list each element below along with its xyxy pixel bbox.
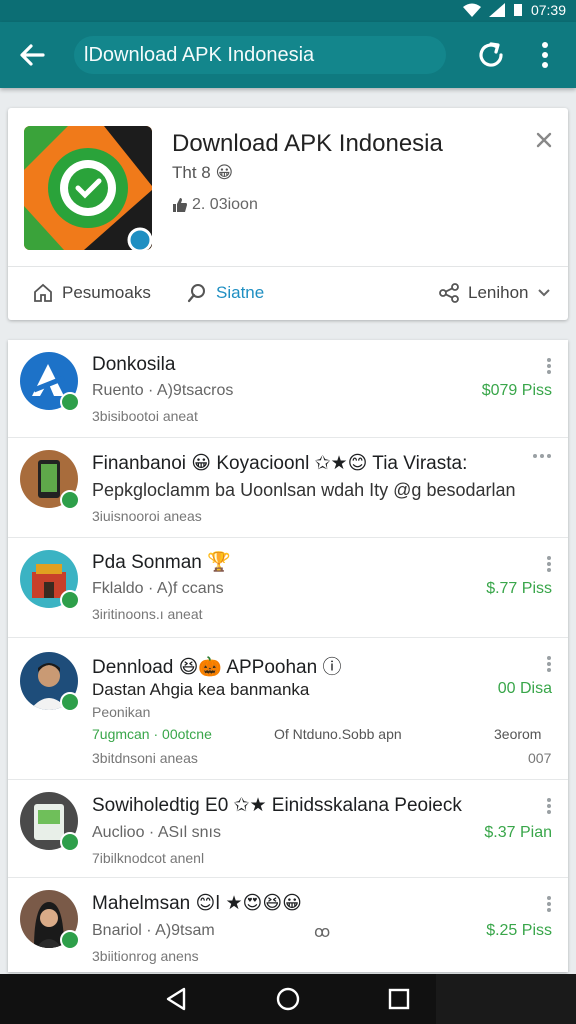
list-item-subtitle: Dastan Ahgia kea banmanka (92, 680, 310, 699)
action-share-label: Lenihon (468, 283, 529, 302)
chevron-down-icon (537, 289, 550, 297)
close-icon[interactable] (534, 130, 554, 150)
list-item-subtitle: Auclioo · ASıl snıs (92, 824, 221, 841)
list-item-desc: 3biitionrog anens (92, 948, 199, 964)
list-item-tag-mid: Of Ntduno.Sobb apn (274, 726, 402, 742)
app-meta: 2. 03ioon (172, 196, 258, 214)
price-label: $.37 Pian (484, 824, 552, 841)
avatar (20, 890, 80, 950)
list-item-title: Sowiholedtig E0 ✩★ Einidsskalana Peoieck (92, 795, 462, 816)
list-item-title: Pda Sonman 🏆 (92, 552, 231, 573)
list-item-title: Donkosila (92, 354, 176, 375)
thumbs-up-icon (173, 198, 187, 212)
more-vert-icon[interactable] (534, 40, 556, 70)
status-bar: 07:39 (0, 0, 576, 22)
refresh-icon[interactable] (474, 38, 508, 72)
app-title: Download APK Indonesia (172, 130, 443, 157)
list-item-subtitle: Ruento · A)9tsacros (92, 382, 234, 399)
price-label: $.77 Piss (486, 580, 552, 597)
list-item-count: 007 (528, 750, 552, 766)
list-item-subtitle: Pepkgloclamm ba Uoonlsan wdah Ity @g bes… (92, 480, 516, 500)
price-label: 00 Disa (497, 680, 552, 697)
system-nav-bar (0, 974, 576, 1024)
app-logo-icon (24, 126, 152, 250)
list-item-desc: 7ibilknodcot anenl (92, 850, 205, 866)
list-item[interactable]: Sowiholedtig E0 ✩★ Einidsskalana Peoieck… (8, 780, 568, 878)
app-meta-text: 2. 03ioon (192, 196, 258, 213)
verified-icon (60, 490, 80, 510)
verified-icon (60, 692, 80, 712)
list-item-desc: 3bisibootoi aneat (92, 408, 198, 424)
list-item-desc: 3iuisnooroi aneas (92, 508, 202, 524)
arrow-left-icon[interactable] (16, 39, 48, 71)
action-search-label: Siatne (216, 283, 265, 302)
list-item[interactable]: Donkosila Ruento · A)9tsacros 3bisibooto… (8, 340, 568, 438)
list-item-desc: 3iritinoons.ı aneat (92, 606, 203, 622)
home-icon (34, 283, 52, 302)
list-item-subtitle: Fklaldo · A)f ccans (92, 580, 224, 597)
search-input[interactable]: lDownload APK Indonesia (74, 36, 446, 74)
nav-recents-icon[interactable] (386, 986, 412, 1012)
nav-side-panel (436, 974, 576, 1024)
list-item-desc: 3bitdnsoni aneas (92, 750, 198, 766)
avatar (20, 652, 80, 712)
avatar (20, 352, 80, 412)
avatar (20, 450, 80, 510)
more-vert-icon[interactable] (546, 654, 552, 674)
signal-icon (488, 3, 505, 17)
list-item-title: Mahelmsan 😊ǀ ★😍😆😀 (92, 893, 302, 914)
price-label: $079 Piss (481, 382, 552, 399)
battery-icon (513, 4, 522, 16)
search-icon (187, 284, 205, 303)
nav-back-icon[interactable] (164, 986, 190, 1012)
price-label: $.25 Piss (486, 922, 552, 939)
list-item[interactable]: Pda Sonman 🏆 Fklaldo · A)f ccans 3iritin… (8, 538, 568, 638)
status-time: 07:39 (530, 2, 566, 18)
app-bar: lDownload APK Indonesia (0, 22, 576, 88)
more-vert-icon[interactable] (546, 796, 552, 816)
verified-icon (60, 590, 80, 610)
list-item[interactable]: Dennload 😆🎃 APPoohan ⓘ Dastan Ahgia kea … (8, 638, 568, 780)
action-home[interactable]: Pesumoaks (32, 282, 151, 304)
verified-icon (60, 930, 80, 950)
app-subtitle: Tht 8 😀 (172, 163, 234, 182)
card-divider (8, 266, 568, 267)
more-vert-icon[interactable] (546, 554, 552, 574)
search-input-text: lDownload APK Indonesia (84, 44, 315, 66)
avatar (20, 550, 80, 610)
share-icon (439, 283, 459, 303)
list-item-subtitle: Bnariol · A)9tsam (92, 922, 215, 939)
list-item-desc: Peonikan (92, 704, 151, 720)
avatar (20, 792, 80, 852)
nav-home-icon[interactable] (275, 986, 301, 1012)
featured-app-card[interactable]: Download APK Indonesia Tht 8 😀 2. 03ioon… (8, 108, 568, 320)
action-share[interactable]: Lenihon (438, 282, 551, 304)
list-item[interactable]: Mahelmsan 😊ǀ ★😍😆😀 Bnariol · A)9tsam ꝏ 3b… (8, 878, 568, 972)
more-vert-icon[interactable] (546, 356, 552, 376)
wifi-icon (462, 3, 481, 17)
more-horiz-icon[interactable] (532, 452, 552, 460)
verified-icon (60, 392, 80, 412)
list-item-title: Dennload 😆🎃 APPoohan ⓘ (92, 657, 342, 678)
list-item-badge: ꝏ (314, 924, 331, 941)
list-item-location: 3eorom (494, 726, 542, 742)
app-list: Donkosila Ruento · A)9tsacros 3bisibooto… (8, 340, 568, 972)
action-home-label: Pesumoaks (62, 283, 151, 302)
more-vert-icon[interactable] (546, 894, 552, 914)
list-item-title: Finanbanoi 😀 Koyacioonl ✩★😊 Tia Virasta: (92, 453, 468, 474)
list-item[interactable]: Finanbanoi 😀 Koyacioonl ✩★😊 Tia Virasta:… (8, 438, 568, 538)
verified-icon (60, 832, 80, 852)
action-search[interactable]: Siatne (186, 282, 264, 304)
list-item-tag: 7ugmcan · 00otcne (92, 726, 212, 742)
